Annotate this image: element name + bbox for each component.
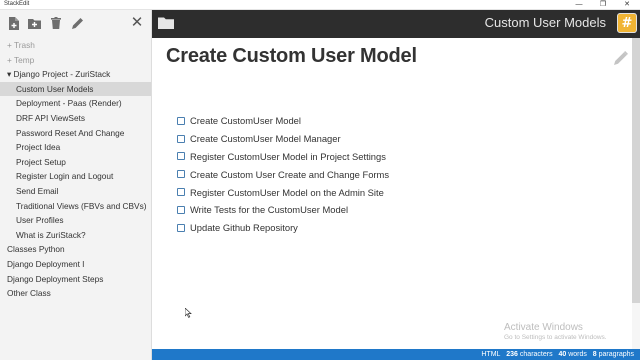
task-item: Register CustomUser Model on the Admin S… [177, 183, 389, 201]
status-bar: HTML 236 characters 40 words 8 paragraph… [152, 349, 640, 360]
preview-scrollbar[interactable] [632, 38, 640, 349]
window-titlebar: StackEdit — ❐ ✕ [0, 0, 640, 10]
new-folder-icon[interactable] [26, 15, 42, 31]
task-checkbox[interactable] [177, 188, 185, 197]
tree-file-django-deployment-i[interactable]: Django Deployment I [0, 257, 151, 272]
new-file-icon[interactable] [5, 15, 21, 31]
task-item: Create Custom User Create and Change For… [177, 165, 389, 183]
tree-file-other-class[interactable]: Other Class [0, 286, 151, 301]
status-words-count: 40 [558, 351, 567, 358]
current-file-title[interactable]: Custom User Models [485, 15, 606, 30]
explorer-toolbar: ✕ [0, 10, 151, 38]
task-checkbox[interactable] [177, 116, 185, 125]
task-label: Create Custom User Create and Change For… [190, 168, 390, 180]
tree-file-custom-user-models[interactable]: Custom User Models [0, 81, 151, 97]
tree-file-classes-python[interactable]: Classes Python [0, 242, 151, 257]
maximize-icon[interactable]: ❐ [596, 0, 610, 10]
task-checkbox[interactable] [177, 205, 185, 214]
tree-folder-trash[interactable]: + Trash [0, 38, 151, 53]
task-label: Create CustomUser Model Manager [190, 133, 341, 145]
tree-file-deployment-paas-render[interactable]: Deployment - Paas (Render) [0, 96, 151, 111]
toggle-explorer-folder-icon[interactable] [158, 16, 174, 34]
task-list: Create CustomUser Model Create CustomUser… [177, 112, 389, 237]
minimize-icon[interactable]: — [572, 0, 586, 10]
window-title: StackEdit [4, 1, 30, 7]
task-checkbox[interactable] [177, 223, 185, 232]
status-characters-count: 236 [506, 351, 518, 358]
task-item: Create CustomUser Model [177, 112, 389, 130]
edit-pencil-icon[interactable] [614, 51, 628, 70]
tree-file-what-is-zuristack[interactable]: What is ZuriStack? [0, 228, 151, 243]
task-label: Register CustomUser Model on the Admin S… [190, 186, 384, 198]
task-label: Write Tests for the CustomUser Model [190, 204, 349, 216]
task-item: Write Tests for the CustomUser Model [177, 201, 389, 219]
window-close-icon[interactable]: ✕ [620, 0, 634, 10]
task-item: Update Github Repository [177, 219, 389, 237]
task-label: Register CustomUser Model in Project Set… [190, 150, 386, 162]
task-checkbox[interactable] [177, 152, 185, 161]
task-item: Create CustomUser Model Manager [177, 130, 389, 148]
mouse-cursor-icon [184, 305, 192, 323]
status-words-label: words [568, 351, 587, 358]
tree-file-project-setup[interactable]: Project Setup [0, 155, 151, 170]
document-heading: Create Custom User Model [166, 45, 417, 67]
tree-file-user-profiles[interactable]: User Profiles [0, 213, 151, 228]
task-label: Update Github Repository [190, 222, 298, 234]
tree-file-project-idea[interactable]: Project Idea [0, 140, 151, 155]
tree-folder-django-project-zuristack[interactable]: ▾ Django Project - ZuriStack [0, 67, 151, 82]
file-tree: + Trash + Temp ▾ Django Project - ZuriStac… [0, 38, 151, 301]
task-checkbox[interactable] [177, 170, 185, 179]
task-item: Register CustomUser Model in Project Set… [177, 148, 389, 166]
tree-file-send-email[interactable]: Send Email [0, 184, 151, 199]
trash-icon[interactable] [48, 15, 64, 31]
explorer-sidebar: ✕ + Trash + Temp ▾ Django Project - ZuriSt… [0, 10, 152, 360]
navigation-bar: Custom User Models # [152, 10, 640, 38]
close-sidebar-icon[interactable]: ✕ [129, 14, 145, 32]
scrollbar-thumb[interactable] [632, 38, 640, 303]
preview-pane: Create Custom User Model Create CustomUs… [152, 38, 640, 349]
tree-file-traditional-views-fbvs-and-cbvs[interactable]: Traditional Views (FBVs and CBVs) [0, 199, 151, 214]
status-paragraphs-count: 8 [592, 351, 597, 358]
status-mode[interactable]: HTML [481, 351, 500, 358]
task-checkbox[interactable] [177, 134, 185, 143]
watermark-subtitle: Go to Settings to activate Windows. [504, 334, 607, 341]
task-label: Create CustomUser Model [190, 115, 301, 127]
status-paragraphs-label: paragraphs [598, 351, 634, 358]
tree-file-drf-api-viewsets[interactable]: DRF API ViewSets [0, 111, 151, 126]
tree-folder-temp[interactable]: + Temp [0, 53, 151, 68]
rename-icon[interactable] [70, 15, 86, 31]
activate-windows-watermark: Activate Windows Go to Settings to activ… [504, 322, 607, 341]
side-menu-button[interactable]: # [617, 13, 637, 33]
tree-file-password-reset-and-change[interactable]: Password Reset And Change [0, 126, 151, 141]
status-characters-label: characters [519, 351, 553, 358]
tree-file-django-deployment-steps[interactable]: Django Deployment Steps [0, 272, 151, 287]
watermark-title: Activate Windows [504, 322, 583, 333]
tree-file-register-login-and-logout[interactable]: Register Login and Logout [0, 169, 151, 184]
